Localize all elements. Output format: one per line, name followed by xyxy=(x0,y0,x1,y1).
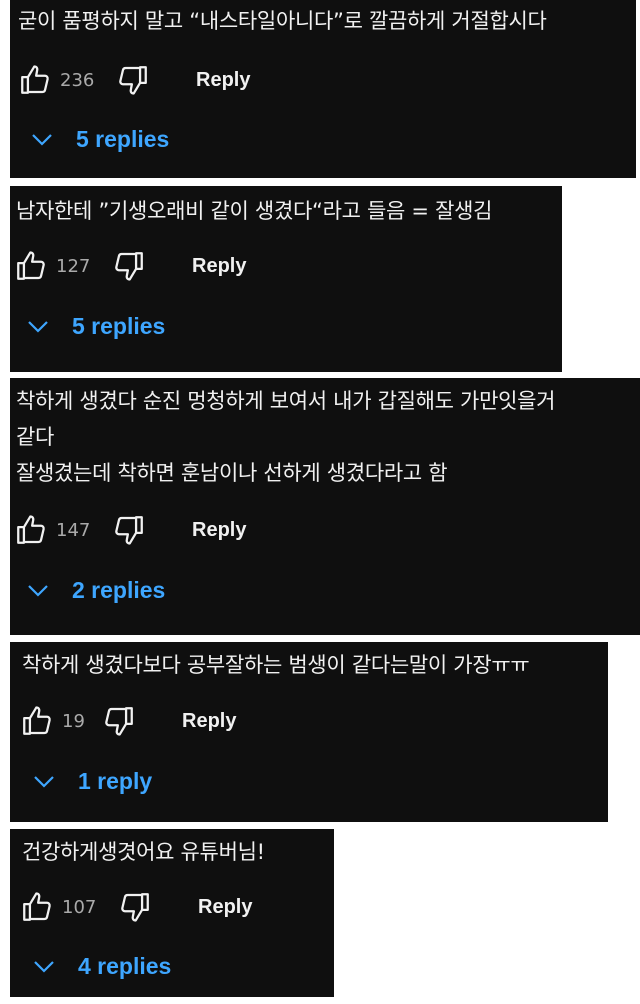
comment-actions: 19 Reply xyxy=(20,704,236,738)
thumbs-down-icon[interactable] xyxy=(112,513,146,547)
thumbs-down-icon[interactable] xyxy=(102,704,136,738)
like-count: 107 xyxy=(62,896,97,918)
thumbs-up-icon[interactable] xyxy=(20,704,54,738)
like-count: 236 xyxy=(60,69,95,91)
chevron-down-icon xyxy=(30,132,54,148)
comment-text: 남자한테 ”기생오래비 같이 생겼다“라고 들음 = 잘생김 xyxy=(16,199,493,223)
thumbs-up-icon[interactable] xyxy=(18,63,52,97)
replies-count-label: 5 replies xyxy=(76,126,170,152)
thumbs-up-icon[interactable] xyxy=(14,249,48,283)
chevron-down-icon xyxy=(26,319,50,335)
replies-count-label: 2 replies xyxy=(72,577,166,603)
comment-actions: 107 Reply xyxy=(20,890,252,924)
comment-actions: 147 Reply xyxy=(14,513,246,547)
comment-actions: 236 Reply xyxy=(18,63,250,97)
reply-button[interactable]: Reply xyxy=(192,519,246,542)
view-replies-button[interactable]: 5 replies xyxy=(30,126,169,153)
comment-actions: 127 Reply xyxy=(14,249,246,283)
view-replies-button[interactable]: 1 reply xyxy=(32,768,152,795)
like-count: 19 xyxy=(62,710,85,732)
reply-button[interactable]: Reply xyxy=(196,69,250,92)
chevron-down-icon xyxy=(32,959,56,975)
comment-text: 건강하게생겻어요 유튜버님! xyxy=(22,840,265,864)
comment-card: 착하게 생겼다 순진 멍청하게 보여서 내가 갑질해도 가만잇을거 같다 잘생겼… xyxy=(10,378,640,635)
comment-card: 남자한테 ”기생오래비 같이 생겼다“라고 들음 = 잘생김 127 Reply… xyxy=(10,186,562,372)
reply-button[interactable]: Reply xyxy=(192,255,246,278)
comment-card: 굳이 품평하지 말고 “내스타일아니다”로 깔끔하게 거절합시다 236 Rep… xyxy=(10,0,636,178)
comment-text-line: 착하게 생겼다 순진 멍청하게 보여서 내가 갑질해도 가만잇을거 xyxy=(16,389,556,413)
comment-card: 건강하게생겻어요 유튜버님! 107 Reply 4 replies xyxy=(10,829,334,997)
like-count: 127 xyxy=(56,255,91,277)
reply-button[interactable]: Reply xyxy=(198,896,252,919)
thumbs-up-icon[interactable] xyxy=(14,513,48,547)
reply-button[interactable]: Reply xyxy=(182,710,236,733)
comment-text: 굳이 품평하지 말고 “내스타일아니다”로 깔끔하게 거절합시다 xyxy=(18,9,547,33)
like-count: 147 xyxy=(56,519,91,541)
thumbs-down-icon[interactable] xyxy=(118,890,152,924)
chevron-down-icon xyxy=(32,774,56,790)
chevron-down-icon xyxy=(26,583,50,599)
view-replies-button[interactable]: 2 replies xyxy=(26,577,165,604)
comment-card: 착하게 생겼다보다 공부잘하는 범생이 같다는말이 가장ㅠㅠ 19 Reply … xyxy=(10,642,608,822)
replies-count-label: 1 reply xyxy=(78,768,153,794)
thumbs-down-icon[interactable] xyxy=(112,249,146,283)
comment-text-line: 잘생겼는데 착하면 훈남이나 선하게 생겼다라고 함 xyxy=(16,461,448,485)
thumbs-up-icon[interactable] xyxy=(20,890,54,924)
thumbs-down-icon[interactable] xyxy=(116,63,150,97)
view-replies-button[interactable]: 5 replies xyxy=(26,313,165,340)
comment-text-line: 같다 xyxy=(16,425,55,449)
replies-count-label: 5 replies xyxy=(72,313,166,339)
view-replies-button[interactable]: 4 replies xyxy=(32,953,171,980)
comment-text: 착하게 생겼다보다 공부잘하는 범생이 같다는말이 가장ㅠㅠ xyxy=(22,653,530,677)
replies-count-label: 4 replies xyxy=(78,953,172,979)
